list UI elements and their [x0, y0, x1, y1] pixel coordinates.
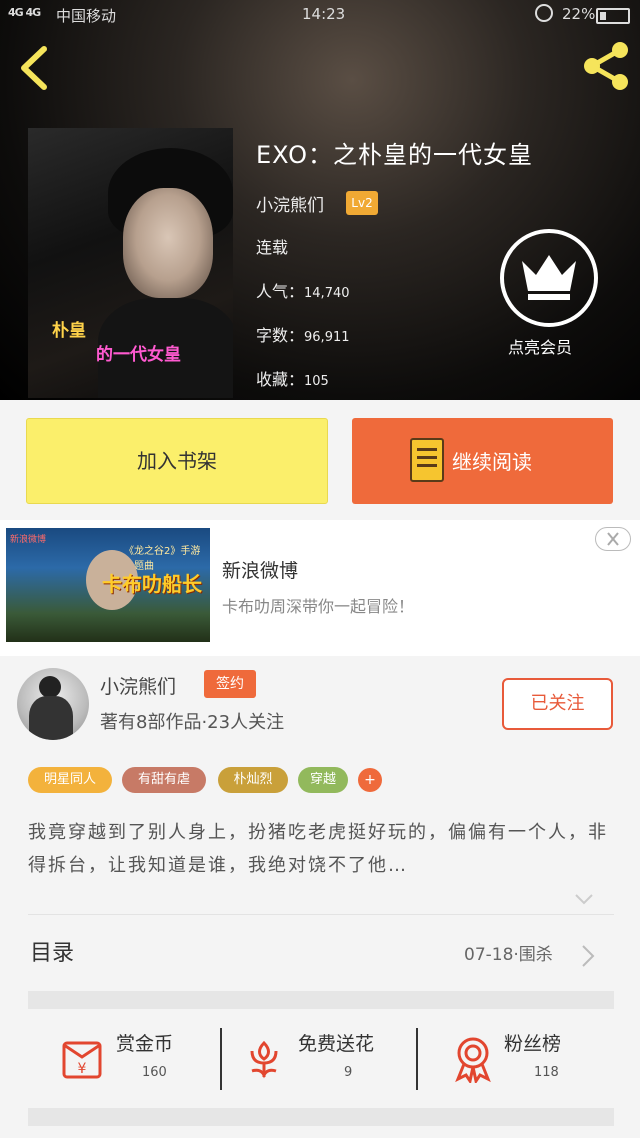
- ad-close-button[interactable]: [595, 527, 631, 551]
- divider: [220, 1028, 222, 1090]
- red-envelope-icon: ¥: [62, 1041, 102, 1079]
- chevron-right-icon: [582, 945, 595, 967]
- reward-label: 免费送花: [298, 1033, 375, 1055]
- ad-subtitle[interactable]: 卡布叻周深带你一起冒险！: [222, 593, 414, 617]
- tag-chip[interactable]: 明星同人: [28, 767, 112, 793]
- continue-reading-label: 继续阅读: [452, 450, 532, 474]
- book-status: 连载: [256, 238, 289, 257]
- back-button[interactable]: [16, 45, 52, 91]
- reward-label: 粉丝榜: [504, 1033, 562, 1055]
- chevron-left-icon: [21, 46, 47, 90]
- ad-title[interactable]: 新浪微博: [222, 556, 298, 583]
- tag-chip[interactable]: 穿越: [298, 767, 348, 793]
- vip-label[interactable]: 点亮会员: [508, 334, 572, 358]
- signal-indicator: 4G 4G: [8, 6, 41, 19]
- reward-count: 160: [142, 1065, 167, 1080]
- share-button[interactable]: [580, 40, 632, 92]
- book-icon: [410, 438, 444, 482]
- status-bar: 4G 4G 中国移动 14:23 22%: [0, 0, 640, 30]
- medal-icon: [455, 1037, 491, 1083]
- catalog-label[interactable]: 目录: [30, 935, 74, 967]
- battery-icon: [596, 8, 630, 24]
- reward-count: 118: [534, 1065, 559, 1080]
- share-icon: [584, 42, 628, 90]
- section-divider: [28, 991, 614, 1009]
- alarm-icon: [535, 4, 553, 22]
- carrier-name: 中国移动: [56, 7, 117, 25]
- status-time: 14:23: [302, 5, 346, 23]
- expand-description-button[interactable]: [574, 889, 594, 909]
- vip-button[interactable]: [500, 229, 598, 327]
- book-cover[interactable]: 朴皇 的一代女皇: [28, 128, 233, 398]
- chevron-down-icon: [575, 894, 593, 905]
- continue-reading-button[interactable]: 继续阅读: [352, 418, 613, 504]
- ad-brand-logo: 新浪微博: [10, 535, 47, 545]
- battery-percent: 22%: [562, 5, 596, 23]
- ad-image[interactable]: 新浪微博 《龙之谷2》手游主题曲 卡布叻船长: [6, 528, 210, 642]
- word-count-stat: 字数：96,911: [256, 326, 350, 345]
- reward-label: 赏金币: [116, 1033, 174, 1055]
- cover-text: 朴皇: [52, 321, 86, 341]
- favorites-stat: 收藏：105: [256, 370, 329, 389]
- tag-chip[interactable]: 朴灿烈: [218, 767, 288, 793]
- signed-badge: 签约: [204, 670, 256, 698]
- ad-image-headline: 卡布叻船长: [102, 572, 202, 596]
- book-title: EXO：之朴皇的一代女皇: [256, 141, 533, 169]
- author-avatar[interactable]: [17, 668, 89, 740]
- more-tags-button[interactable]: +: [358, 768, 382, 792]
- book-header: 4G 4G 中国移动 14:23 22% 朴皇 的一代女皇 EXO：之朴皇的一代…: [0, 0, 640, 400]
- book-author[interactable]: 小浣熊们: [256, 191, 324, 216]
- author-stats: 著有8部作品·23人关注: [100, 712, 285, 733]
- tag-chip[interactable]: 有甜有虐: [122, 767, 206, 793]
- ad-banner[interactable]: 新浪微博 《龙之谷2》手游主题曲 卡布叻船长: [0, 520, 640, 656]
- reward-count: 9: [344, 1065, 353, 1080]
- divider: [416, 1028, 418, 1090]
- crown-icon: [522, 255, 576, 300]
- author-name[interactable]: 小浣熊们: [100, 672, 176, 699]
- svg-text:¥: ¥: [78, 1061, 87, 1077]
- flower-icon: [250, 1040, 278, 1079]
- cover-text: 的一代女皇: [96, 345, 181, 365]
- popularity-stat: 人气：14,740: [256, 282, 350, 301]
- follow-button[interactable]: 已关注: [502, 678, 613, 730]
- divider: [28, 914, 614, 915]
- catalog-chevron[interactable]: [579, 944, 597, 968]
- add-to-shelf-button[interactable]: 加入书架: [26, 418, 328, 504]
- book-description[interactable]: 我竟穿越到了别人身上，扮猪吃老虎挺好玩的，偏偏有一个人，非得拆台，让我知道是谁，…: [28, 816, 618, 882]
- author-level-badge: Lv2: [346, 191, 378, 215]
- section-divider: [28, 1108, 614, 1126]
- close-icon: [607, 532, 619, 546]
- latest-chapter[interactable]: 07-18·围杀: [464, 940, 553, 965]
